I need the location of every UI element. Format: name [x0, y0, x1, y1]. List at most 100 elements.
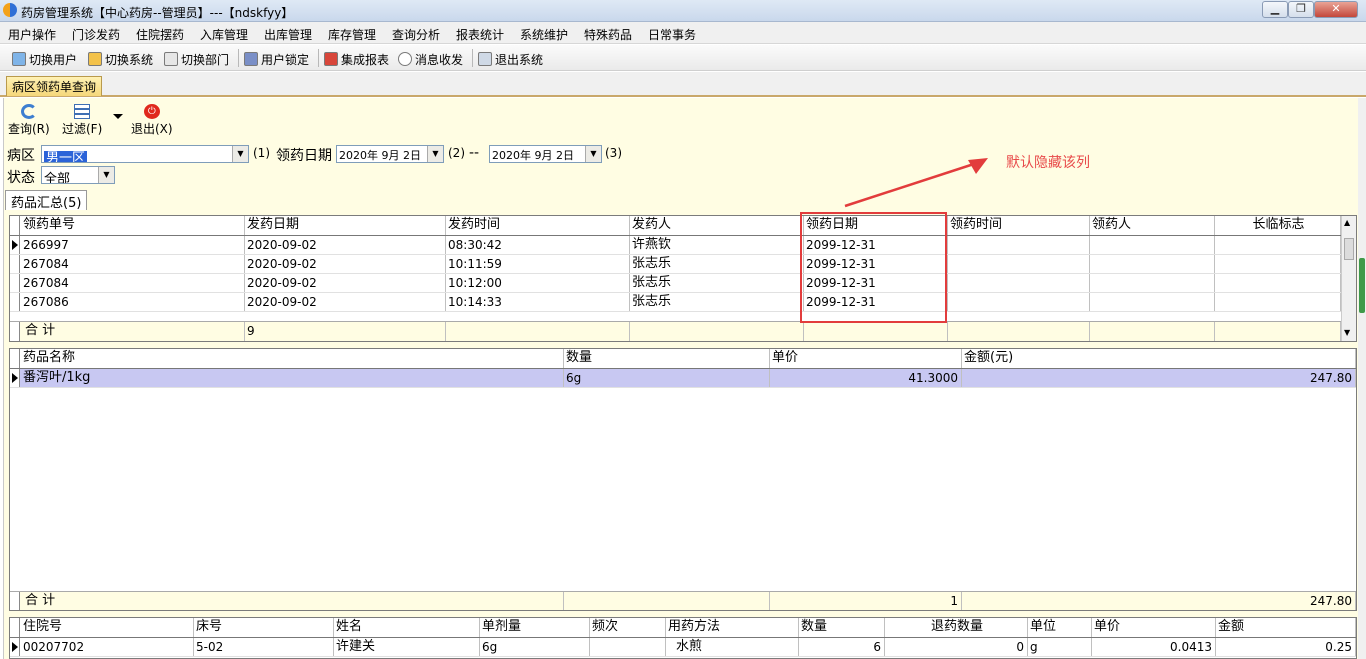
- col-amount[interactable]: 金额(元): [962, 349, 1356, 368]
- cell-dispense-date: 2020-09-02: [245, 293, 446, 311]
- col-patient-amount[interactable]: 金额: [1216, 618, 1356, 637]
- menu-stock-in[interactable]: 入库管理: [200, 26, 248, 43]
- table-header: 药品名称 数量 单价 金额(元): [10, 349, 1356, 369]
- menu-user-ops[interactable]: 用户操作: [8, 26, 56, 43]
- col-return-quantity[interactable]: 退药数量: [885, 618, 1028, 637]
- col-dispense-time[interactable]: 发药时间: [446, 216, 630, 235]
- menu-inventory[interactable]: 库存管理: [328, 26, 376, 43]
- ward-hotkey: (1): [253, 146, 270, 160]
- switch-department-label: 切换部门: [181, 52, 230, 67]
- col-dispense-no[interactable]: 领药单号: [21, 216, 245, 235]
- row-indicator: [10, 293, 20, 311]
- filter-dropdown-arrow-icon[interactable]: [113, 114, 123, 119]
- table-row[interactable]: 番泻叶/1kg 6g 41.3000 247.80: [10, 369, 1356, 388]
- cell-frequency: [590, 638, 666, 656]
- chevron-down-icon[interactable]: ▼: [98, 167, 114, 183]
- close-button[interactable]: ✕: [1314, 1, 1358, 18]
- exit-system-button[interactable]: 退出系统: [478, 50, 543, 68]
- lock-user-button[interactable]: 用户锁定: [244, 50, 309, 68]
- table-row[interactable]: 267084 2020-09-02 10:12:00 张志乐 2099-12-3…: [10, 274, 1341, 293]
- messages-label: 消息收发: [415, 52, 464, 67]
- summary-rows: 266997 2020-09-02 08:30:42 许燕钦 2099-12-3…: [10, 236, 1341, 316]
- dispense-summary-table: 领药单号 发药日期 发药时间 发药人 领药日期 领药时间 领药人 长临标志 26…: [9, 215, 1357, 342]
- exit-system-label: 退出系统: [495, 52, 544, 67]
- menu-system-maintenance[interactable]: 系统维护: [520, 26, 568, 43]
- status-select[interactable]: 全部 ▼: [41, 166, 115, 184]
- cell-unit: g: [1028, 638, 1092, 656]
- minimize-button[interactable]: ▁: [1262, 1, 1288, 18]
- cell-receiver: [1090, 274, 1215, 292]
- col-single-dose[interactable]: 单剂量: [480, 618, 590, 637]
- title-bar: 药房管理系统【中心药房--管理员】---【ndskfyy】 ▁ ❐ ✕: [0, 0, 1366, 22]
- exit-button[interactable]: ⏻ 退出(X): [131, 104, 173, 137]
- query-button[interactable]: 查询(R): [8, 104, 50, 137]
- summary-table-scrollbar[interactable]: ▲ ▼: [1341, 216, 1356, 341]
- cell-receiver: [1090, 293, 1215, 311]
- chevron-down-icon[interactable]: ▼: [427, 146, 443, 162]
- ward-select[interactable]: 男一区 ▼: [41, 145, 249, 163]
- lock-user-label: 用户锁定: [261, 52, 310, 67]
- col-quantity[interactable]: 数量: [564, 349, 770, 368]
- chevron-down-icon[interactable]: ▼: [232, 146, 248, 162]
- table-row[interactable]: 266997 2020-09-02 08:30:42 许燕钦 2099-12-3…: [10, 236, 1341, 255]
- col-usage-method[interactable]: 用药方法: [666, 618, 799, 637]
- col-patient-name[interactable]: 姓名: [334, 618, 480, 637]
- tab-drug-summary[interactable]: 药品汇总(5): [5, 190, 88, 211]
- table-row[interactable]: 267084 2020-09-02 10:11:59 张志乐 2099-12-3…: [10, 255, 1341, 274]
- date-to-picker[interactable]: 2020年 9月 2日 ▼: [489, 145, 602, 163]
- col-receive-time[interactable]: 领药时间: [948, 216, 1090, 235]
- menu-query-analysis[interactable]: 查询分析: [392, 26, 440, 43]
- col-dispense-date[interactable]: 发药日期: [245, 216, 446, 235]
- menu-daily-affairs[interactable]: 日常事务: [648, 26, 696, 43]
- cell-receiver: [1090, 255, 1215, 273]
- menu-stock-out[interactable]: 出库管理: [264, 26, 312, 43]
- col-long-term-flag[interactable]: 长临标志: [1215, 216, 1341, 235]
- scroll-thumb[interactable]: [1344, 238, 1354, 260]
- patient-detail-table: 住院号 床号 姓名 单剂量 频次 用药方法 数量 退药数量 单位 单价 金额 0…: [9, 617, 1357, 659]
- table-row[interactable]: 00207702 5-02 许建关 6g 水煎 6 0 g 0.0413 0.2…: [10, 638, 1356, 657]
- col-receiver[interactable]: 领药人: [1090, 216, 1215, 235]
- col-drug-name[interactable]: 药品名称: [21, 349, 564, 368]
- tab-ward-dispense-query[interactable]: 病区领药单查询: [6, 76, 103, 96]
- switch-user-button[interactable]: 切换用户: [12, 50, 77, 68]
- col-unit-price[interactable]: 单价: [770, 349, 962, 368]
- total-empty-cell: [1215, 322, 1341, 341]
- scroll-down-icon[interactable]: ▼: [1344, 328, 1350, 337]
- filter-button[interactable]: 过滤(F): [62, 104, 102, 137]
- lock-user-icon: [244, 52, 258, 66]
- power-icon: ⏻: [143, 104, 160, 119]
- maximize-button[interactable]: ❐: [1288, 1, 1314, 18]
- table-header: 住院号 床号 姓名 单剂量 频次 用药方法 数量 退药数量 单位 单价 金额: [10, 618, 1356, 638]
- chevron-down-icon[interactable]: ▼: [585, 146, 601, 162]
- col-bed-no[interactable]: 床号: [194, 618, 334, 637]
- cell-receive-time: [948, 293, 1090, 311]
- col-unit[interactable]: 单位: [1028, 618, 1092, 637]
- messages-button[interactable]: 消息收发: [398, 50, 463, 68]
- hidden-column-highlight: [800, 212, 947, 323]
- menu-reports[interactable]: 报表统计: [456, 26, 504, 43]
- menu-special-drugs[interactable]: 特殊药品: [584, 26, 632, 43]
- cell-dispense-no: 267084: [21, 274, 245, 292]
- menu-inpatient-dispense[interactable]: 住院摆药: [136, 26, 184, 43]
- row-indicator-header: [10, 618, 20, 637]
- total-empty-cell: [948, 322, 1090, 341]
- cell-receiver: [1090, 236, 1215, 254]
- cell-dispense-date: 2020-09-02: [245, 236, 446, 254]
- window-scrollbar-thumb[interactable]: [1359, 258, 1365, 313]
- switch-department-button[interactable]: 切换部门: [164, 50, 229, 68]
- menu-outpatient-dispense[interactable]: 门诊发药: [72, 26, 120, 43]
- drug-total-amount: 247.80: [962, 592, 1356, 610]
- cell-long-term-flag: [1215, 293, 1341, 311]
- col-dispenser[interactable]: 发药人: [630, 216, 804, 235]
- switch-system-button[interactable]: 切换系统: [88, 50, 153, 68]
- drug-detail-table: 药品名称 数量 单价 金额(元) 番泻叶/1kg 6g 41.3000 247.…: [9, 348, 1357, 611]
- integrated-report-button[interactable]: 集成报表: [324, 50, 389, 68]
- window-scrollbar[interactable]: [1358, 98, 1366, 659]
- col-frequency[interactable]: 频次: [590, 618, 666, 637]
- col-patient-quantity[interactable]: 数量: [799, 618, 885, 637]
- scroll-up-icon[interactable]: ▲: [1344, 218, 1350, 227]
- table-row[interactable]: 267086 2020-09-02 10:14:33 张志乐 2099-12-3…: [10, 293, 1341, 312]
- col-patient-unit-price[interactable]: 单价: [1092, 618, 1216, 637]
- date-from-picker[interactable]: 2020年 9月 2日 ▼: [336, 145, 444, 163]
- col-admission-no[interactable]: 住院号: [21, 618, 194, 637]
